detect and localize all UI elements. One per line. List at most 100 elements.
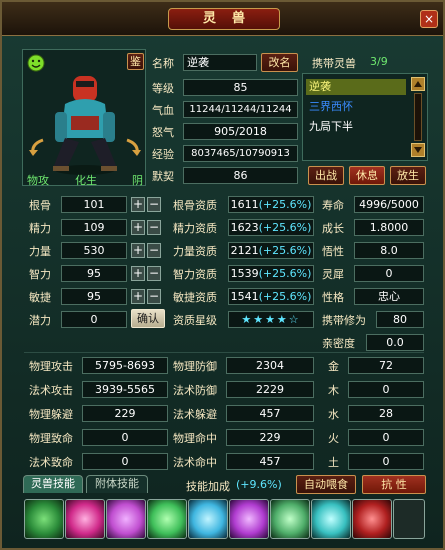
scroll-up-button[interactable] (411, 77, 425, 91)
element-label: 火 (328, 432, 339, 445)
resist-button[interactable]: 抗 性 (362, 475, 426, 494)
tab-pet-skills[interactable]: 灵兽技能 (23, 475, 83, 493)
arcane-burst-skill-icon[interactable] (229, 499, 269, 539)
rename-button[interactable]: 改名 (261, 53, 298, 72)
right-stat-value: 1.8000 (354, 219, 424, 236)
combat-label: 法术防御 (173, 384, 217, 397)
yin-label: 阴 (132, 174, 143, 187)
carry-item[interactable]: 逆袭 (306, 79, 406, 95)
scrollbar-track[interactable] (414, 93, 422, 141)
frost-shard-skill-icon[interactable] (311, 499, 351, 539)
title-bar[interactable]: 灵兽 × (2, 2, 443, 36)
potential-value: 0 (61, 311, 127, 328)
element-label: 水 (328, 408, 339, 421)
aptitude-label: 根骨资质 (173, 199, 217, 212)
aptitude-value: 1539(+25.6%) (228, 265, 314, 282)
increase-button[interactable]: + (131, 197, 145, 212)
aptitude-label: 力量资质 (173, 245, 217, 258)
right-stat-label: 悟性 (322, 245, 344, 258)
combat-value: 457 (226, 405, 314, 422)
right-stat-value: 0.0 (366, 334, 424, 351)
rotate-right-icon[interactable] (123, 136, 143, 158)
stat-value: 95 (61, 288, 127, 305)
combat-label: 物理躲避 (29, 408, 73, 421)
increase-button[interactable]: + (131, 266, 145, 281)
carry-item[interactable]: 九局下半 (306, 119, 406, 135)
wind-coil-skill-icon[interactable] (147, 499, 187, 539)
exp-value: 8037465/10790913 (183, 145, 298, 162)
right-stat-label: 灵犀 (322, 268, 344, 281)
carry-title: 携带灵兽 (312, 57, 356, 70)
healing-bell-skill-icon[interactable] (106, 499, 146, 539)
appraise-button[interactable]: 鉴 (127, 53, 144, 70)
ice-claw-skill-icon[interactable] (188, 499, 228, 539)
aptitude-label: 精力资质 (173, 222, 217, 235)
evolve-label[interactable]: 化生 (75, 172, 97, 188)
element-value: 0 (348, 429, 424, 446)
combat-label: 物理攻击 (29, 360, 73, 373)
skill-bonus-label: 技能加成 (186, 480, 230, 493)
combat-label: 法术攻击 (29, 384, 73, 397)
stat-label: 智力 (29, 268, 51, 281)
poison-cloud-skill-icon[interactable] (24, 499, 64, 539)
rage-label: 怒气 (152, 126, 174, 139)
combat-value: 457 (226, 453, 314, 470)
release-button[interactable]: 放生 (390, 166, 426, 185)
stat-label: 精力 (29, 222, 51, 235)
tacit-value: 86 (183, 167, 298, 184)
combat-label: 法术躲避 (173, 408, 217, 421)
auto-feed-button[interactable]: 自动喂食 (296, 475, 356, 494)
combat-value: 5795-8693 (82, 357, 168, 374)
carry-item[interactable]: 三界西怀 (306, 99, 406, 115)
carry-list: 逆袭 三界西怀 九局下半 (302, 73, 428, 161)
exp-label: 经验 (152, 148, 174, 161)
decrease-button[interactable]: − (147, 266, 161, 281)
right-stat-value: 0 (354, 265, 424, 282)
scroll-down-button[interactable] (411, 143, 425, 157)
aptitude-label: 敏捷资质 (173, 291, 217, 304)
combat-value: 0 (82, 453, 168, 470)
skill-bonus-value: (+9.6%) (236, 478, 282, 491)
battle-button[interactable]: 出战 (308, 166, 344, 185)
stat-value: 95 (61, 265, 127, 282)
element-label: 土 (328, 456, 339, 469)
decrease-button[interactable]: − (147, 243, 161, 258)
increase-button[interactable]: + (131, 289, 145, 304)
star-level-label: 资质星级 (173, 314, 217, 327)
increase-button[interactable]: + (131, 220, 145, 235)
divider (24, 352, 424, 353)
combat-value: 2229 (226, 381, 314, 398)
tab-attached-skills[interactable]: 附体技能 (86, 475, 148, 493)
combat-label: 法术致命 (29, 456, 73, 469)
increase-button[interactable]: + (131, 243, 145, 258)
empty-skill-slot-icon[interactable] (393, 499, 425, 539)
stat-value: 109 (61, 219, 127, 236)
aptitude-value: 1611(+25.6%) (228, 196, 314, 213)
rotate-left-icon[interactable] (27, 136, 47, 158)
rest-button[interactable]: 休息 (349, 166, 385, 185)
right-stat-label: 寿命 (322, 199, 344, 212)
close-button[interactable]: × (420, 10, 438, 28)
decrease-button[interactable]: − (147, 197, 161, 212)
rage-value: 905/2018 (183, 123, 298, 140)
combat-label: 物理防御 (173, 360, 217, 373)
confirm-button[interactable]: 确认 (131, 309, 165, 328)
element-value: 0 (348, 453, 424, 470)
tacit-label: 默契 (152, 170, 174, 183)
decrease-button[interactable]: − (147, 289, 161, 304)
potential-label: 潜力 (29, 314, 51, 327)
blood-skull-skill-icon[interactable] (352, 499, 392, 539)
stat-label: 敏捷 (29, 291, 51, 304)
hp-value: 11244/11244/11244 (183, 101, 298, 118)
jade-armor-skill-icon[interactable] (270, 499, 310, 539)
combat-value: 2304 (226, 357, 314, 374)
element-value: 0 (348, 381, 424, 398)
combat-label: 法术命中 (173, 456, 217, 469)
fire-lotus-skill-icon[interactable] (65, 499, 105, 539)
stat-value: 101 (61, 196, 127, 213)
decrease-button[interactable]: − (147, 220, 161, 235)
element-label: 金 (328, 360, 339, 373)
aptitude-value: 2121(+25.6%) (228, 242, 314, 259)
right-stat-label: 性格 (322, 291, 344, 304)
combat-label: 物理命中 (173, 432, 217, 445)
